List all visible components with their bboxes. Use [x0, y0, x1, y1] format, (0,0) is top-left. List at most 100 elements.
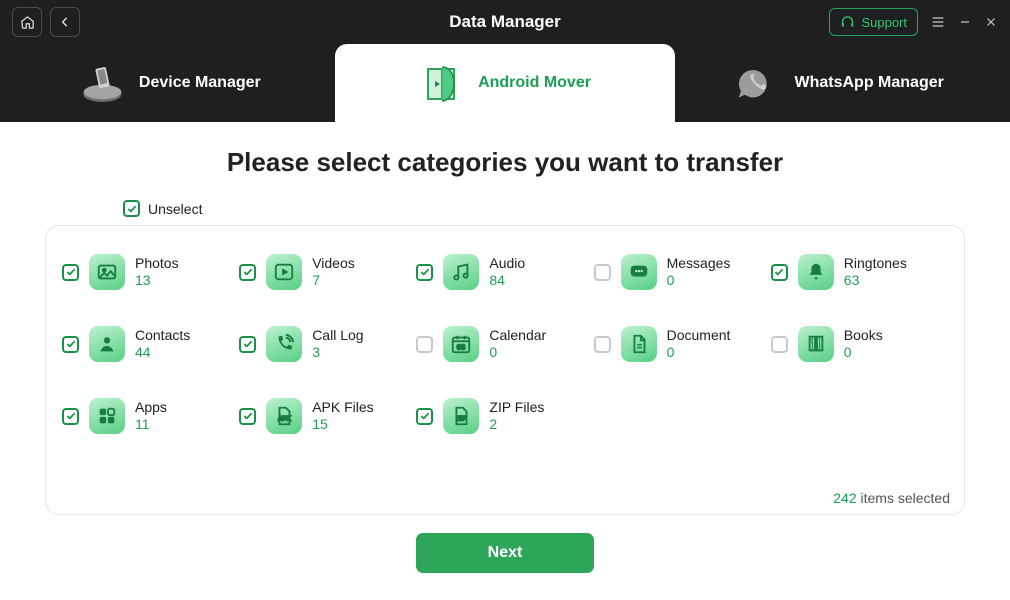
headset-icon	[840, 15, 855, 30]
check-icon	[420, 268, 430, 276]
category-checkbox[interactable]	[62, 408, 79, 425]
category-label: Contacts	[135, 327, 190, 345]
back-button[interactable]	[50, 7, 80, 37]
check-icon	[127, 205, 137, 213]
category-count: 3	[312, 344, 363, 362]
main: Please select categories you want to tra…	[0, 122, 1010, 573]
selected-count: 242	[833, 490, 856, 506]
category-count: 0	[489, 344, 546, 362]
category-count: 0	[667, 272, 731, 290]
page-title: Please select categories you want to tra…	[0, 147, 1010, 178]
category-ringtones[interactable]: Ringtones63	[771, 254, 948, 290]
chevron-left-icon	[58, 15, 72, 29]
category-checkbox[interactable]	[594, 264, 611, 281]
menu-button[interactable]	[930, 14, 946, 30]
bell-icon	[798, 254, 834, 290]
next-button[interactable]: Next	[416, 533, 594, 573]
cal-icon: 03	[443, 326, 479, 362]
category-label: Audio	[489, 255, 525, 273]
category-label: Calendar	[489, 327, 546, 345]
category-contacts[interactable]: Contacts44	[62, 326, 239, 362]
home-button[interactable]	[12, 7, 42, 37]
close-button[interactable]	[984, 15, 998, 29]
category-document[interactable]: Document0	[594, 326, 771, 362]
category-books[interactable]: Books0	[771, 326, 948, 362]
category-checkbox[interactable]	[771, 264, 788, 281]
category-label: APK Files	[312, 399, 373, 417]
svg-text:APK: APK	[278, 417, 291, 423]
category-checkbox[interactable]	[594, 336, 611, 353]
unselect-label: Unselect	[148, 201, 202, 217]
check-icon	[66, 268, 76, 276]
category-count: 63	[844, 272, 907, 290]
category-checkbox[interactable]	[416, 336, 433, 353]
category-checkbox[interactable]	[239, 408, 256, 425]
phone-icon	[266, 326, 302, 362]
category-label: Books	[844, 327, 883, 345]
category-count: 7	[312, 272, 355, 290]
book-icon	[798, 326, 834, 362]
selection-summary: 242 items selected	[833, 490, 950, 506]
category-photos[interactable]: Photos13	[62, 254, 239, 290]
tab-whatsapp-manager[interactable]: WhatsApp Manager	[669, 44, 1010, 122]
category-label: Messages	[667, 255, 731, 273]
apk-icon: APK	[266, 398, 302, 434]
categories-panel: Photos13Videos7Audio84Messages0Ringtones…	[45, 225, 965, 515]
category-label: Call Log	[312, 327, 363, 345]
doc-icon	[621, 326, 657, 362]
category-count: 15	[312, 416, 373, 434]
tabs: Device Manager Android Mover	[0, 44, 1010, 122]
category-count: 84	[489, 272, 525, 290]
category-zip-files[interactable]: ZIP ZIP Files2	[416, 398, 593, 434]
svg-text:ZIP: ZIP	[457, 417, 466, 423]
music-icon	[443, 254, 479, 290]
unselect-all[interactable]: Unselect	[45, 200, 965, 225]
menu-icon	[930, 14, 946, 30]
category-apk-files[interactable]: APK APK Files15	[239, 398, 416, 434]
check-icon	[66, 412, 76, 420]
category-call-log[interactable]: Call Log3	[239, 326, 416, 362]
home-icon	[20, 15, 35, 30]
support-button[interactable]: Support	[829, 8, 918, 36]
category-count: 11	[135, 416, 167, 434]
categories-grid: Photos13Videos7Audio84Messages0Ringtones…	[62, 254, 948, 434]
category-checkbox[interactable]	[416, 408, 433, 425]
check-icon	[774, 268, 784, 276]
category-checkbox[interactable]	[62, 336, 79, 353]
category-count: 0	[667, 344, 731, 362]
selected-suffix: items selected	[861, 490, 950, 506]
play-icon	[266, 254, 302, 290]
category-count: 0	[844, 344, 883, 362]
category-calendar[interactable]: 03 Calendar0	[416, 326, 593, 362]
category-count: 13	[135, 272, 179, 290]
category-checkbox[interactable]	[416, 264, 433, 281]
svg-text:03: 03	[457, 343, 465, 352]
category-label: Ringtones	[844, 255, 907, 273]
category-label: Document	[667, 327, 731, 345]
category-messages[interactable]: Messages0	[594, 254, 771, 290]
minimize-button[interactable]	[958, 15, 972, 29]
check-icon	[66, 340, 76, 348]
tab-android-mover[interactable]: Android Mover	[335, 44, 676, 122]
unselect-checkbox[interactable]	[123, 200, 140, 217]
category-audio[interactable]: Audio84	[416, 254, 593, 290]
chat-icon	[621, 254, 657, 290]
category-count: 44	[135, 344, 190, 362]
category-count: 2	[489, 416, 544, 434]
category-checkbox[interactable]	[62, 264, 79, 281]
category-label: Photos	[135, 255, 179, 273]
category-label: Videos	[312, 255, 355, 273]
category-checkbox[interactable]	[771, 336, 788, 353]
tab-device-manager[interactable]: Device Manager	[0, 44, 341, 122]
category-apps[interactable]: Apps11	[62, 398, 239, 434]
category-checkbox[interactable]	[239, 264, 256, 281]
category-checkbox[interactable]	[239, 336, 256, 353]
category-label: ZIP Files	[489, 399, 544, 417]
check-icon	[243, 268, 253, 276]
check-icon	[243, 412, 253, 420]
tab-label: Device Manager	[139, 74, 261, 92]
tab-label: WhatsApp Manager	[795, 74, 944, 92]
category-videos[interactable]: Videos7	[239, 254, 416, 290]
person-icon	[89, 326, 125, 362]
device-manager-icon	[80, 61, 125, 106]
